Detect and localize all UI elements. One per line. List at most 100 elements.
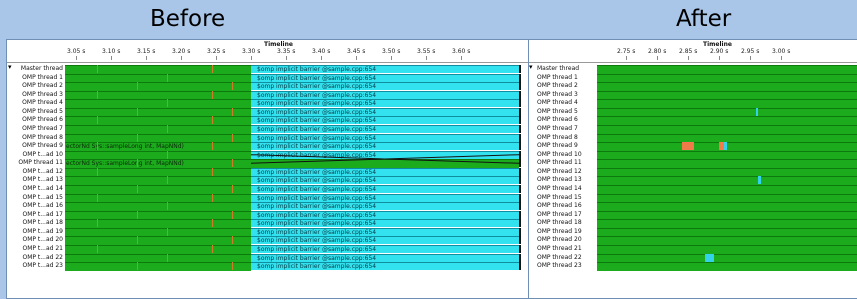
- timeline-row[interactable]: OMP thread 7: [529, 124, 857, 134]
- timeline-row[interactable]: OMP t...ad 20 $omp implicit barrier @samp…: [7, 236, 529, 246]
- timeline-row[interactable]: OMP t...ad 17 $omp implicit barrier @samp…: [7, 210, 529, 220]
- timeline-row[interactable]: OMP thread 9: [529, 142, 857, 152]
- thread-label: OMP thread 16: [537, 202, 582, 210]
- timeline-row[interactable]: OMP t...ad 18 $omp implicit barrier @samp…: [7, 219, 529, 229]
- timeline-row[interactable]: OMP t...ad 21 $omp implicit barrier @samp…: [7, 244, 529, 254]
- barrier-label: $omp implicit barrier @sample.cpp:654: [257, 237, 377, 245]
- barrier-region[interactable]: $omp implicit barrier @sample.cpp:654: [251, 184, 519, 193]
- barrier-region[interactable]: $omp implicit barrier @sample.cpp:654: [251, 176, 519, 185]
- region-edge: [519, 262, 521, 271]
- timeline-row[interactable]: OMP thread 2: [529, 82, 857, 92]
- barrier-region[interactable]: $omp implicit barrier @sample.cpp:654: [251, 82, 519, 91]
- timeline-row[interactable]: OMP thread 13: [529, 176, 857, 186]
- barrier-region[interactable]: $omp implicit barrier @sample.cpp:654: [251, 90, 519, 99]
- timeline-row[interactable]: OMP t...ad 19 $omp implicit barrier @samp…: [7, 227, 529, 237]
- timeline-row[interactable]: OMP thread 7 $omp implicit barrier @sampl…: [7, 124, 529, 134]
- timeline-row[interactable]: OMP thread 6: [529, 116, 857, 126]
- timeline-row[interactable]: OMP thread 19: [529, 227, 857, 237]
- timeline-row[interactable]: OMP thread 3: [529, 90, 857, 100]
- timeline-row[interactable]: OMP thread 1: [529, 73, 857, 83]
- barrier-region[interactable]: $omp implicit barrier @sample.cpp:654: [251, 244, 519, 253]
- timeline-row[interactable]: OMP thread 3 $omp implicit barrier @sampl…: [7, 90, 529, 100]
- timeline-row[interactable]: OMP thread 20: [529, 236, 857, 246]
- timeline-row[interactable]: OMP thread 4 $omp implicit barrier @sampl…: [7, 99, 529, 109]
- timeline-row[interactable]: OMP t...ad 23 $omp implicit barrier @samp…: [7, 262, 529, 272]
- barrier-region[interactable]: $omp implicit barrier @sample.cpp:654: [251, 116, 519, 125]
- timeline-row[interactable]: OMP thread 15: [529, 193, 857, 203]
- barrier-region[interactable]: $omp implicit barrier @sample.cpp:654: [251, 124, 519, 133]
- barrier-region[interactable]: $omp implicit barrier @sample.cpp:654: [251, 227, 519, 236]
- event-marker: [212, 116, 213, 125]
- expand-triangle-icon[interactable]: ▾: [529, 63, 533, 71]
- timeline-row[interactable]: OMP t...ad 22 $omp implicit barrier @samp…: [7, 253, 529, 263]
- thread-label: OMP thread 7: [537, 124, 578, 132]
- thread-label: OMP thread 21: [537, 244, 582, 252]
- barrier-region[interactable]: $omp implicit barrier @sample.cpp:654: [251, 107, 519, 116]
- timeline-row[interactable]: Master thread ▾: [529, 63, 857, 74]
- tick-mark: [626, 56, 627, 60]
- barrier-region[interactable]: $omp implicit barrier @sample.cpp:654: [251, 202, 519, 211]
- barrier-region[interactable]: $omp implicit barrier @sample.cpp:654: [251, 219, 519, 228]
- timeline-row[interactable]: OMP thread 9 ectorNd Sys::sampleLong int,…: [7, 142, 529, 152]
- barrier-region[interactable]: $omp implicit barrier @sample.cpp:654: [251, 193, 519, 202]
- timeline-row[interactable]: OMP thread 12: [529, 167, 857, 177]
- barrier-region[interactable]: $omp implicit barrier @sample.cpp:654: [251, 262, 519, 271]
- barrier-region[interactable]: $omp implicit barrier @sample.cpp:654: [251, 236, 519, 245]
- timeline-row[interactable]: OMP thread 17: [529, 210, 857, 220]
- thread-label: OMP t...ad 12: [22, 167, 63, 175]
- barrier-label: $omp implicit barrier @sample.cpp:654: [257, 211, 377, 219]
- timeline-row[interactable]: OMP thread 8: [529, 133, 857, 143]
- barrier-region[interactable]: $omp implicit barrier @sample.cpp:654: [251, 133, 519, 142]
- timeline-row[interactable]: OMP thread 6 $omp implicit barrier @sampl…: [7, 116, 529, 126]
- timeline-row[interactable]: OMP thread 11: [529, 159, 857, 169]
- timeline-row[interactable]: OMP thread 22: [529, 253, 857, 263]
- barrier-region[interactable]: $omp implicit barrier @sample.cpp:654: [251, 73, 519, 82]
- thread-label: OMP t...ad 22: [22, 253, 63, 261]
- timeline-row[interactable]: OMP t...ad 15 $omp implicit barrier @samp…: [7, 193, 529, 203]
- tick-mark: [251, 56, 252, 60]
- tick-label: 3.60 s: [452, 48, 471, 55]
- timeline-row[interactable]: OMP t...ad 10 $omp implicit barrier @samp…: [7, 150, 529, 160]
- timeline-row[interactable]: OMP thread 1 $omp implicit barrier @sampl…: [7, 73, 529, 83]
- expand-triangle-icon[interactable]: ▾: [8, 63, 12, 71]
- timeline-row[interactable]: OMP t...ad 14 $omp implicit barrier @samp…: [7, 184, 529, 194]
- compute-bar[interactable]: [597, 262, 857, 272]
- timeline-row[interactable]: OMP thread 11 ectorNd Sys::sampleLong int…: [7, 159, 529, 169]
- region-edge: [519, 227, 521, 236]
- barrier-region[interactable]: $omp implicit barrier @sample.cpp:654: [251, 150, 519, 159]
- timeline-row[interactable]: OMP thread 23: [529, 262, 857, 272]
- barrier-region[interactable]: [705, 253, 714, 262]
- barrier-region[interactable]: [724, 142, 727, 151]
- timeline-row[interactable]: OMP thread 18: [529, 219, 857, 229]
- axis-separator: [529, 62, 857, 63]
- timeline-row[interactable]: OMP thread 5 $omp implicit barrier @sampl…: [7, 107, 529, 117]
- timeline-row[interactable]: Master thread ▾ $omp implicit barrier @sam…: [7, 63, 529, 74]
- compute-bar[interactable]: [65, 262, 251, 272]
- timeline-row[interactable]: OMP thread 4: [529, 99, 857, 109]
- timeline-row[interactable]: OMP thread 2 $omp implicit barrier @sampl…: [7, 82, 529, 92]
- barrier-region[interactable]: $omp implicit barrier @sample.cpp:654: [251, 99, 519, 108]
- timeline-axis-title: Timeline: [264, 41, 293, 48]
- timeline-row[interactable]: OMP thread 5: [529, 107, 857, 117]
- hotspot-region[interactable]: [682, 142, 694, 151]
- timeline-row[interactable]: OMP thread 10: [529, 150, 857, 160]
- timeline-row[interactable]: OMP t...ad 16 $omp implicit barrier @samp…: [7, 202, 529, 212]
- barrier-region[interactable]: $omp implicit barrier @sample.cpp:654: [251, 167, 519, 176]
- barrier-region[interactable]: $omp implicit barrier @sample.cpp:654: [251, 65, 519, 73]
- timeline-row[interactable]: OMP thread 14: [529, 184, 857, 194]
- barrier-region[interactable]: $omp implicit barrier @sample.cpp:654: [251, 253, 519, 262]
- before-timeline-panel[interactable]: Timeline 3.05 s 3.10 s 3.15 s 3.20 s 3.25 s 3…: [6, 39, 530, 299]
- after-timeline-panel[interactable]: Timeline 2.75 s 2.80 s 2.85 s 2.90 s 2.95 s 3…: [528, 39, 857, 299]
- barrier-region[interactable]: [758, 176, 761, 185]
- timeline-row[interactable]: OMP thread 8 $omp implicit barrier @sampl…: [7, 133, 529, 143]
- barrier-region[interactable]: [756, 107, 758, 116]
- timeline-row[interactable]: OMP thread 16: [529, 202, 857, 212]
- timeline-row[interactable]: OMP t...ad 13 $omp implicit barrier @samp…: [7, 176, 529, 186]
- barrier-region[interactable]: $omp implicit barrier @sample.cpp:654: [251, 142, 519, 151]
- timeline-row[interactable]: OMP t...ad 12 $omp implicit barrier @samp…: [7, 167, 529, 177]
- event-marker: [167, 176, 168, 185]
- barrier-region[interactable]: $omp implicit barrier @sample.cpp:654: [251, 210, 519, 219]
- timeline-row[interactable]: OMP thread 21: [529, 244, 857, 254]
- thread-label: Master thread: [537, 65, 580, 72]
- region-edge: [519, 167, 521, 176]
